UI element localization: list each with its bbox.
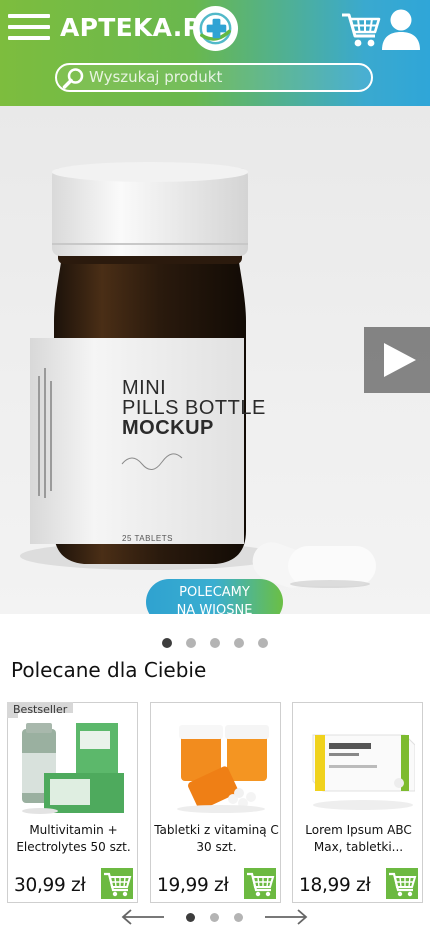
user-icon[interactable] <box>380 7 422 51</box>
slide-dot[interactable] <box>162 638 172 648</box>
page-dot[interactable] <box>234 913 243 922</box>
product-price: 30,99 zł <box>14 875 86 896</box>
page-dot[interactable] <box>186 913 195 922</box>
cart-icon <box>104 872 132 897</box>
product-card[interactable]: Bestseller Multivitamin + Electrolytes 5… <box>7 702 138 903</box>
search-input[interactable] <box>89 66 364 88</box>
cart-icon <box>389 872 417 897</box>
product-card[interactable]: Tabletki z vitaminą C 30 szt. 19,99 zł <box>150 702 281 903</box>
bottle-label-tablets: 25 TABLETS <box>122 534 173 543</box>
product-name: Tabletki z vitaminą C 30 szt. <box>154 823 279 854</box>
promo-line2: NA WIOSNĘ <box>176 603 253 614</box>
bottle-label-line3: MOCKUP <box>122 417 214 439</box>
logo-badge-icon[interactable] <box>192 5 239 52</box>
promo-line1: POLECAMY <box>179 585 250 600</box>
play-right-icon <box>384 343 416 377</box>
arrow-right-icon[interactable] <box>264 908 308 926</box>
page-dot[interactable] <box>210 913 219 922</box>
header: APTEKA.PL <box>0 0 430 106</box>
slide-dot[interactable] <box>210 638 220 648</box>
arrow-left-icon[interactable] <box>121 908 165 926</box>
add-to-cart-button[interactable] <box>244 868 276 899</box>
promo-button[interactable]: POLECAMY NA WIOSNĘ <box>146 579 283 614</box>
add-to-cart-button[interactable] <box>101 868 133 899</box>
section-title: Polecane dla Ciebie <box>11 658 207 682</box>
cart-icon <box>247 872 275 897</box>
product-image <box>161 713 273 817</box>
slide-dot[interactable] <box>234 638 244 648</box>
product-card[interactable]: Lorem Ipsum ABC Max, tabletki... 18,99 z… <box>292 702 423 903</box>
search-bar[interactable] <box>55 63 373 92</box>
bottle-label-line1: MINI <box>122 377 167 399</box>
product-name: Lorem Ipsum ABC Max, tabletki... <box>305 823 412 854</box>
slide-dot[interactable] <box>186 638 196 648</box>
hero-banner[interactable]: MINI PILLS BOTTLE MOCKUP 25 TABLETS POLE… <box>0 106 430 614</box>
bottle-label-line2: PILLS BOTTLE <box>122 397 266 419</box>
product-name: Multivitamin + Electrolytes 50 szt. <box>16 823 131 854</box>
hero-next-button[interactable] <box>364 327 430 393</box>
product-price: 18,99 zł <box>299 875 371 896</box>
product-image <box>18 713 130 817</box>
cart-icon[interactable] <box>340 8 382 50</box>
product-price: 19,99 zł <box>157 875 229 896</box>
product-carousel-nav <box>0 906 430 928</box>
product-image <box>303 713 415 817</box>
slide-dot[interactable] <box>258 638 268 648</box>
menu-icon[interactable] <box>8 14 50 42</box>
search-icon[interactable] <box>62 67 86 89</box>
add-to-cart-button[interactable] <box>386 868 418 899</box>
